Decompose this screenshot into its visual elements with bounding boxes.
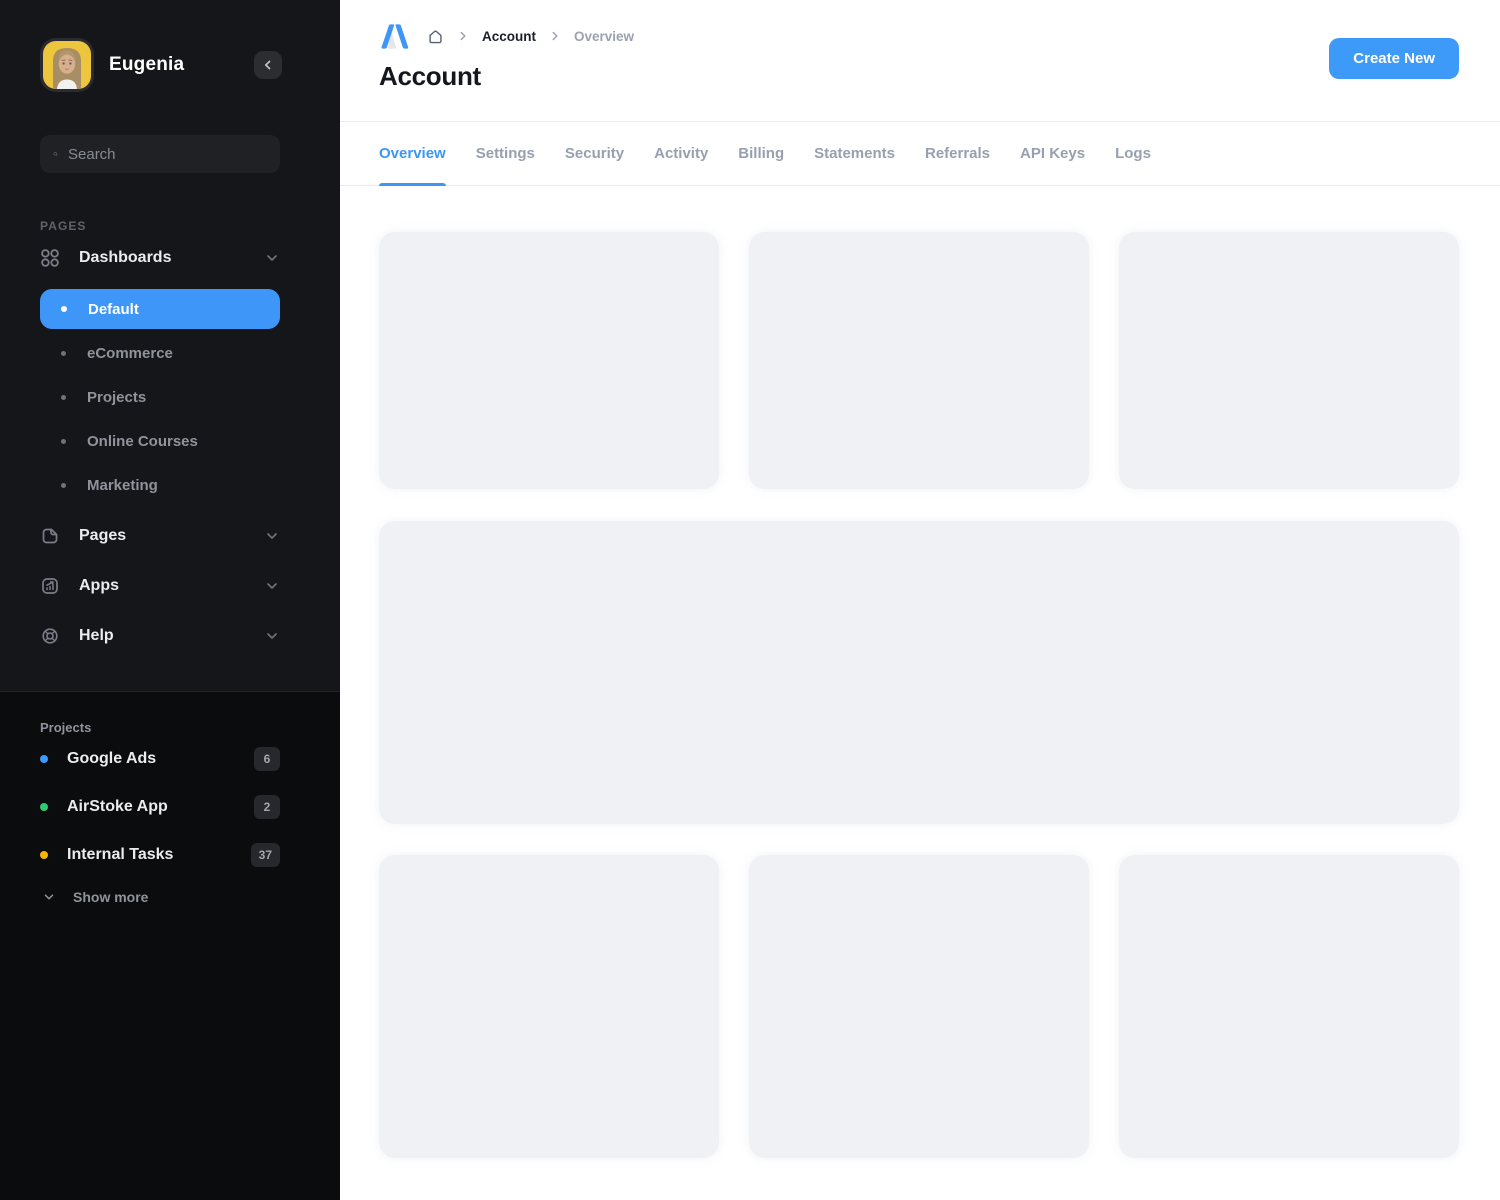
project-label: Internal Tasks [67, 846, 173, 864]
project-count-badge: 37 [251, 843, 280, 867]
chevron-down-icon [264, 528, 280, 544]
chevron-down-icon [264, 628, 280, 644]
sidebar-subitem-label: Default [88, 301, 139, 318]
grid-icon [40, 248, 60, 268]
bullet-dot-icon [61, 306, 67, 312]
show-more-button[interactable]: Show more [40, 889, 280, 905]
chevron-left-icon [260, 57, 276, 73]
project-item-internal-tasks[interactable]: Internal Tasks 37 [40, 831, 280, 879]
tab-referrals[interactable]: Referrals [925, 122, 990, 185]
bullet-dot-icon [61, 483, 66, 488]
sidebar-top-section: Eugenia PAGES Dashboards [0, 0, 340, 691]
sidebar-subitem-online-courses[interactable]: Online Courses [40, 419, 280, 463]
breadcrumb-home[interactable] [427, 28, 444, 45]
tab-settings[interactable]: Settings [476, 122, 535, 185]
search-input[interactable] [68, 146, 267, 163]
project-count-badge: 6 [254, 747, 280, 771]
bullet-dot-icon [61, 439, 66, 444]
tab-bar: Overview Settings Security Activity Bill… [340, 122, 1500, 186]
breadcrumb-account[interactable]: Account [482, 29, 536, 44]
placeholder-card [1119, 855, 1459, 1158]
search-box[interactable] [40, 135, 280, 173]
sidebar-projects-section: Projects Google Ads 6 AirStoke App 2 Int… [0, 691, 340, 1200]
placeholder-card [379, 232, 719, 489]
project-item-google-ads[interactable]: Google Ads 6 [40, 735, 280, 783]
chevron-right-icon [549, 30, 561, 42]
breadcrumb: Account Overview [379, 22, 1459, 50]
tab-api-keys[interactable]: API Keys [1020, 122, 1085, 185]
sidebar-subitem-label: Projects [87, 389, 146, 406]
help-icon [40, 626, 60, 646]
sidebar-item-label: Dashboards [79, 249, 171, 267]
breadcrumb-overview[interactable]: Overview [574, 29, 634, 44]
project-dot-icon [40, 755, 48, 763]
apps-icon [40, 576, 60, 596]
placeholder-card [379, 855, 719, 1158]
card-row-top [379, 232, 1459, 489]
project-label: AirStoke App [67, 798, 168, 816]
sidebar-item-help[interactable]: Help [40, 611, 280, 661]
card-row-bottom [379, 855, 1459, 1158]
projects-section-label: Projects [40, 720, 280, 735]
show-more-label: Show more [73, 889, 148, 905]
tab-billing[interactable]: Billing [738, 122, 784, 185]
chevron-down-icon [264, 578, 280, 594]
sidebar-subitem-marketing[interactable]: Marketing [40, 463, 280, 507]
dashboards-sub-list: Default eCommerce Projects Online Course… [40, 289, 280, 507]
sidebar-subitem-ecommerce[interactable]: eCommerce [40, 331, 280, 375]
avatar[interactable] [40, 38, 94, 92]
create-new-button[interactable]: Create New [1329, 38, 1459, 79]
sidebar-item-label: Pages [79, 527, 126, 545]
sidebar-collapse-button[interactable] [254, 51, 282, 79]
user-row: Eugenia [40, 38, 280, 92]
chevron-down-icon [42, 890, 56, 904]
sidebar-subitem-label: Marketing [87, 477, 158, 494]
page-icon [40, 526, 60, 546]
sidebar-item-label: Apps [79, 577, 119, 595]
chevron-down-icon [264, 250, 280, 266]
sidebar-subitem-label: eCommerce [87, 345, 173, 362]
project-label: Google Ads [67, 750, 156, 768]
sidebar-item-dashboards[interactable]: Dashboards [40, 233, 280, 283]
tab-overview[interactable]: Overview [379, 122, 446, 185]
page-header: Account Overview Account Create New [340, 0, 1500, 122]
main-area: Account Overview Account Create New Over… [340, 0, 1500, 1200]
project-dot-icon [40, 803, 48, 811]
app-logo-icon[interactable] [379, 22, 410, 50]
sidebar: Eugenia PAGES Dashboards [0, 0, 340, 1200]
search-icon [53, 145, 58, 163]
sidebar-item-label: Help [79, 627, 114, 645]
sidebar-item-pages[interactable]: Pages [40, 511, 280, 561]
content-area [340, 186, 1500, 1200]
placeholder-card-wide [379, 521, 1459, 824]
tab-activity[interactable]: Activity [654, 122, 708, 185]
placeholder-card [749, 232, 1089, 489]
tab-logs[interactable]: Logs [1115, 122, 1151, 185]
project-dot-icon [40, 851, 48, 859]
sidebar-subitem-default[interactable]: Default [40, 289, 280, 329]
project-item-airstoke-app[interactable]: AirStoke App 2 [40, 783, 280, 831]
placeholder-card [1119, 232, 1459, 489]
avatar-image [43, 41, 91, 89]
sidebar-item-apps[interactable]: Apps [40, 561, 280, 611]
user-name: Eugenia [109, 54, 184, 76]
tab-statements[interactable]: Statements [814, 122, 895, 185]
page-title: Account [379, 61, 1459, 92]
chevron-right-icon [457, 30, 469, 42]
project-count-badge: 2 [254, 795, 280, 819]
bullet-dot-icon [61, 395, 66, 400]
sidebar-subitem-projects[interactable]: Projects [40, 375, 280, 419]
home-icon [427, 28, 444, 45]
bullet-dot-icon [61, 351, 66, 356]
tab-security[interactable]: Security [565, 122, 624, 185]
sidebar-subitem-label: Online Courses [87, 433, 198, 450]
pages-section-label: PAGES [40, 219, 280, 233]
placeholder-card [749, 855, 1089, 1158]
